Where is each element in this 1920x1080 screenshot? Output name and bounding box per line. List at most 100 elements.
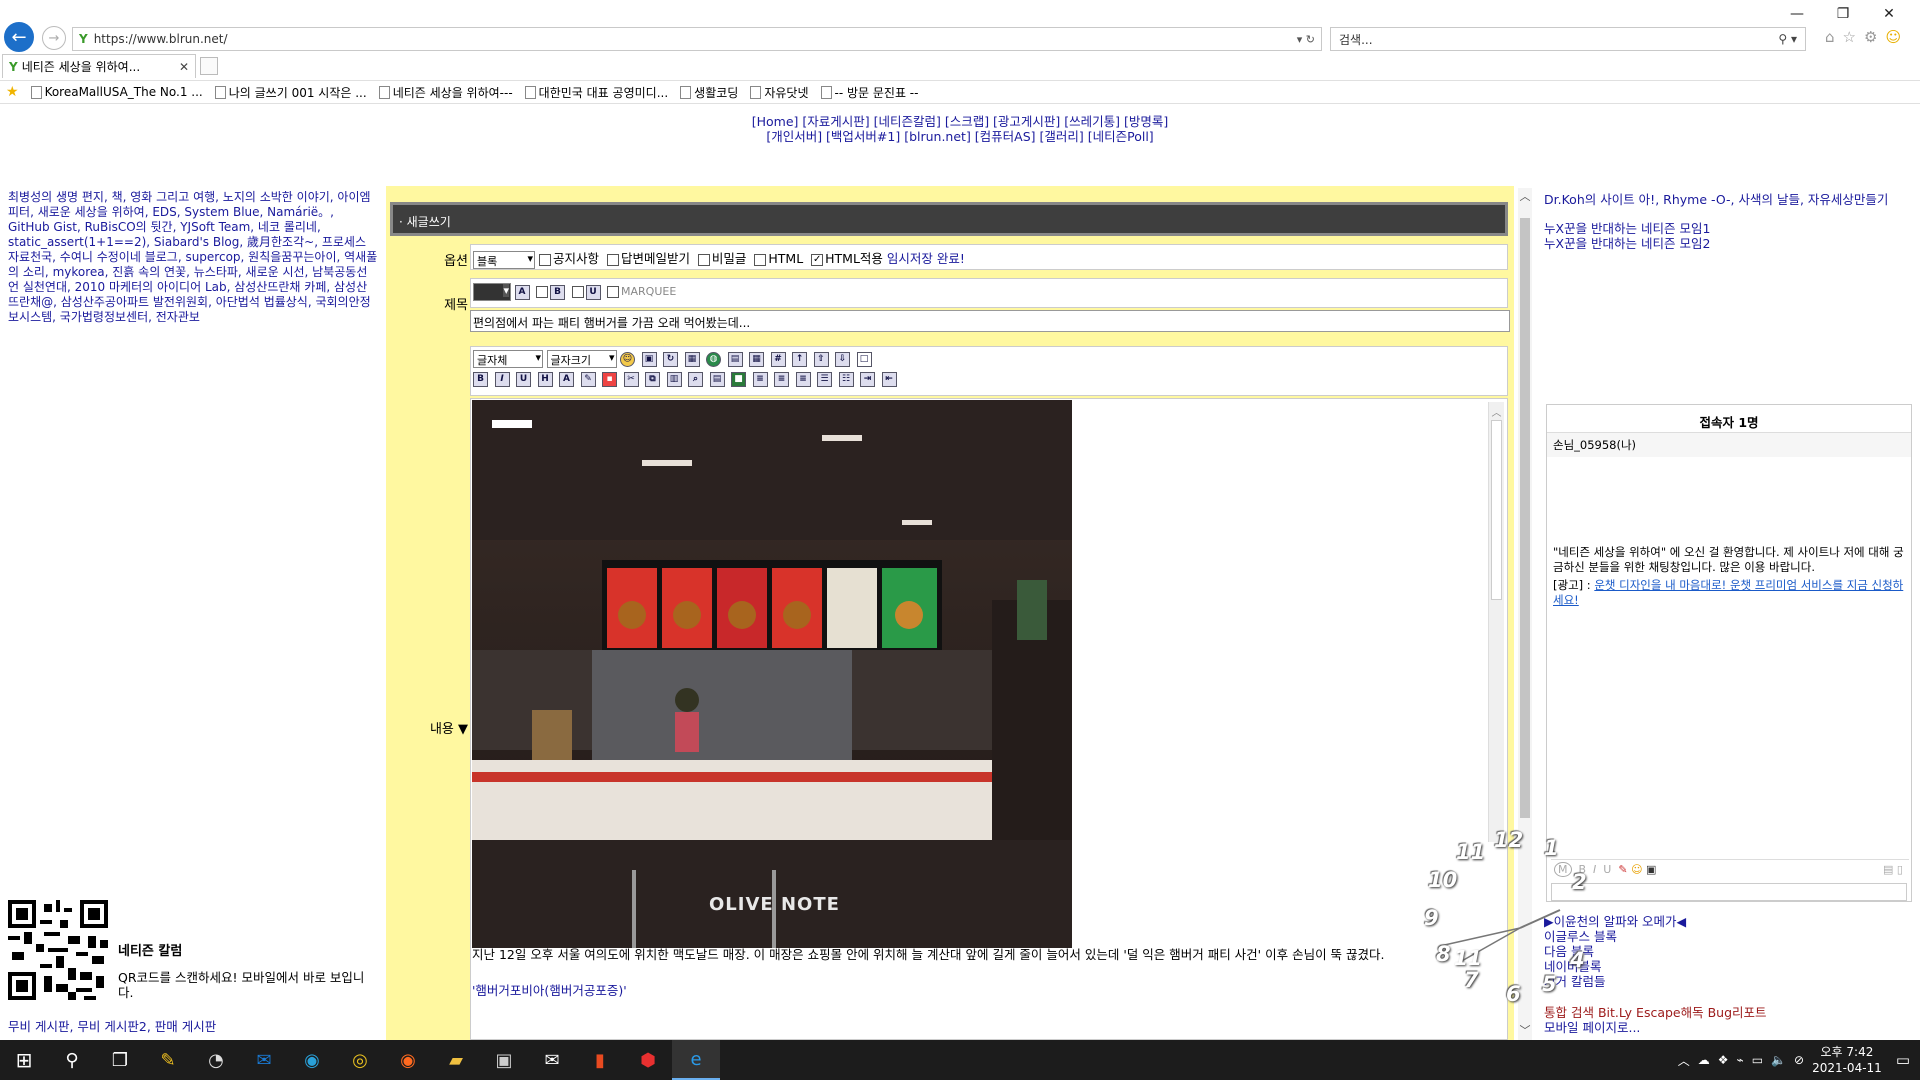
bold-icon[interactable]: B bbox=[473, 372, 488, 387]
acrobat-icon[interactable]: ⬢ bbox=[624, 1040, 672, 1080]
firefox-icon[interactable]: ◉ bbox=[384, 1040, 432, 1080]
top-nav-line1[interactable]: [Home] [자료게시판] [네티즌칼럼] [스크랩] [광고게시판] [쓰레… bbox=[0, 114, 1920, 129]
outdent-icon[interactable]: ⇤ bbox=[881, 372, 897, 387]
search-box[interactable]: 검색... ⚲ ▾ bbox=[1330, 27, 1806, 51]
eraser-icon[interactable]: ▪ bbox=[602, 372, 617, 387]
marquee-check[interactable] bbox=[607, 286, 619, 298]
option-select[interactable]: 블록 ▾ bbox=[473, 250, 535, 269]
bold-check[interactable] bbox=[536, 286, 548, 298]
favorite-item[interactable]: 자유닷넷 bbox=[750, 84, 809, 101]
pen-app-icon[interactable]: ✎ bbox=[144, 1040, 192, 1080]
cut-icon[interactable]: ✂ bbox=[623, 372, 639, 387]
font-color-icon[interactable]: A bbox=[559, 372, 574, 387]
minimize-icon[interactable]: — bbox=[1774, 2, 1820, 26]
color-select[interactable]: ▾ bbox=[473, 283, 511, 301]
check-notice[interactable]: 공지사항 bbox=[538, 251, 599, 266]
check-html-apply[interactable]: ✓ HTML적용 bbox=[811, 251, 883, 266]
chrome-icon[interactable]: ◎ bbox=[336, 1040, 384, 1080]
favorites-star-icon[interactable]: ★ bbox=[6, 84, 19, 100]
clock-app-icon[interactable]: ◔ bbox=[192, 1040, 240, 1080]
home-icon[interactable]: ⌂ bbox=[1825, 28, 1835, 46]
up-icon[interactable]: ⇧ bbox=[813, 351, 829, 367]
outlook-icon[interactable]: ✉ bbox=[240, 1040, 288, 1080]
emoticon-icon[interactable]: ☺ bbox=[1631, 863, 1642, 876]
grid-icon[interactable]: # bbox=[770, 351, 786, 367]
font-size-select[interactable]: 글자크기 ▾ bbox=[546, 350, 617, 368]
notification-icon[interactable]: ▭ bbox=[1896, 1051, 1910, 1069]
chevron-up-icon[interactable]: ︿ bbox=[1489, 404, 1504, 419]
image-icon[interactable]: ▣ bbox=[641, 351, 657, 367]
check-reply-mail[interactable]: 답변메일받기 bbox=[606, 251, 690, 266]
volume-icon[interactable]: 🔈 bbox=[1771, 1053, 1786, 1067]
smiley-icon[interactable]: ☺ bbox=[1885, 28, 1901, 46]
font-color-icon[interactable]: A bbox=[514, 284, 530, 300]
align-center-icon[interactable]: ≡ bbox=[774, 372, 789, 387]
favorite-item[interactable]: 네티즌 세상을 위하여--- bbox=[378, 84, 513, 101]
block-icon[interactable]: ⊘ bbox=[1794, 1053, 1804, 1067]
strike-icon[interactable]: H bbox=[537, 372, 553, 387]
search-icon[interactable]: ⚲ ▾ bbox=[1778, 32, 1797, 46]
taskbar-clock[interactable]: 오후 7:42 2021-04-11 bbox=[1812, 1044, 1882, 1076]
right-links-3[interactable]: 누X꾼을 반대하는 네티즌 모임2 bbox=[1544, 236, 1914, 251]
left-link-list[interactable]: 최병성의 생명 편지, 책, 영화 그리고 여행, 노지의 소박한 이야기, 아… bbox=[8, 190, 378, 325]
down-icon[interactable]: ⇩ bbox=[835, 351, 850, 367]
usb-icon[interactable]: ⌁ bbox=[1736, 1053, 1743, 1067]
back-button[interactable]: ← bbox=[4, 22, 34, 52]
ie-icon[interactable]: e bbox=[672, 1040, 720, 1080]
scrollbar-thumb[interactable] bbox=[1491, 420, 1502, 600]
chevron-up-icon[interactable]: ︿ bbox=[1678, 1052, 1690, 1069]
bullet-list-icon[interactable]: ☷ bbox=[838, 372, 854, 387]
top-nav-line2[interactable]: [개인서버] [백업서버#1] [blrun.net] [컴퓨터AS] [갤러리… bbox=[0, 129, 1920, 144]
favorite-item[interactable]: KoreaMallUSA_The No.1 ... bbox=[30, 85, 203, 99]
underline-check[interactable] bbox=[571, 286, 584, 298]
picture-icon[interactable]: ▦ bbox=[684, 351, 700, 367]
edge-icon[interactable]: ◉ bbox=[288, 1040, 336, 1080]
network-icon[interactable]: ▭ bbox=[1752, 1053, 1763, 1067]
upload-icon[interactable]: ↑ bbox=[792, 351, 807, 367]
favorite-item[interactable]: 생활코딩 bbox=[680, 84, 738, 101]
cloud-icon[interactable]: ☁ bbox=[1698, 1053, 1710, 1067]
scrollbar-thumb[interactable] bbox=[1520, 218, 1530, 818]
task-view-icon[interactable]: ❐ bbox=[96, 1040, 144, 1080]
editor-scrollbar[interactable]: ︿ bbox=[1488, 402, 1504, 842]
check-secret[interactable]: 비밀글 bbox=[697, 251, 746, 266]
favorite-item[interactable]: 대한민국 대표 공영미디... bbox=[524, 84, 668, 101]
refresh-icon[interactable]: ↻ bbox=[663, 351, 678, 367]
copy-icon[interactable]: ⧉ bbox=[645, 372, 660, 387]
align-right-icon[interactable]: ≡ bbox=[795, 372, 811, 387]
tab-active[interactable]: Y 네티즌 세상을 위하여... ✕ bbox=[2, 54, 196, 78]
page-icon[interactable]: □ bbox=[856, 351, 872, 367]
search-icon[interactable]: ⚲ bbox=[48, 1040, 96, 1080]
favorites-star-icon[interactable]: ☆ bbox=[1843, 28, 1856, 46]
store-icon[interactable]: ▣ bbox=[480, 1040, 528, 1080]
table-icon[interactable]: ▦ bbox=[749, 351, 764, 367]
options-icon[interactable]: ▤ ▯ bbox=[1883, 863, 1903, 876]
right-links-2[interactable]: 누X꾼을 반대하는 네티즌 모임1 bbox=[1544, 221, 1914, 236]
ordered-list-icon[interactable]: ☰ bbox=[817, 372, 832, 387]
dropbox-icon[interactable]: ❖ bbox=[1718, 1053, 1729, 1067]
print-icon[interactable]: ▤ bbox=[709, 372, 725, 387]
close-icon[interactable]: ✕ bbox=[1866, 2, 1912, 26]
new-tab-button[interactable] bbox=[200, 57, 218, 75]
underline-icon[interactable]: U bbox=[516, 372, 531, 387]
board-links[interactable]: 무비 게시판, 무비 게시판2, 판매 게시판 bbox=[8, 1016, 216, 1035]
restore-icon[interactable]: ❐ bbox=[1820, 2, 1866, 26]
save-icon[interactable]: ■ bbox=[731, 372, 746, 387]
font-family-select[interactable]: 글자체 ▾ bbox=[473, 350, 543, 368]
gear-icon[interactable]: ⚙ bbox=[1864, 28, 1877, 46]
office-icon[interactable]: ▮ bbox=[576, 1040, 624, 1080]
chat-ad-link[interactable]: 운챗 디자인을 내 마음대로! 운챗 프리미엄 서비스를 지금 신청하세요! bbox=[1553, 578, 1903, 607]
paste-icon[interactable]: ▥ bbox=[666, 372, 682, 387]
find-icon[interactable]: ⌕ bbox=[688, 372, 703, 387]
tab-close-icon[interactable]: ✕ bbox=[179, 60, 189, 74]
title-input[interactable]: 편의점에서 파는 패티 햄버거를 가끔 오래 먹어봤는데... bbox=[470, 310, 1510, 332]
save-icon[interactable]: ▣ bbox=[1646, 863, 1656, 876]
favorite-item[interactable]: 나의 글쓰기 001 시작은 ... bbox=[214, 84, 367, 101]
windows-start-icon[interactable]: ⊞ bbox=[0, 1040, 48, 1080]
refresh-icon[interactable]: ▾ ↻ bbox=[1297, 33, 1315, 46]
highlight-icon[interactable]: ✎ bbox=[580, 372, 596, 387]
right-links-1[interactable]: Dr.Koh의 사이트 아!, Rhyme -O-, 사색의 날들, 자유세상만… bbox=[1544, 192, 1914, 207]
emoticon-icon[interactable]: ☺ bbox=[620, 351, 635, 367]
print-icon[interactable]: ▤ bbox=[727, 351, 743, 367]
bold-icon[interactable]: B bbox=[550, 284, 565, 300]
